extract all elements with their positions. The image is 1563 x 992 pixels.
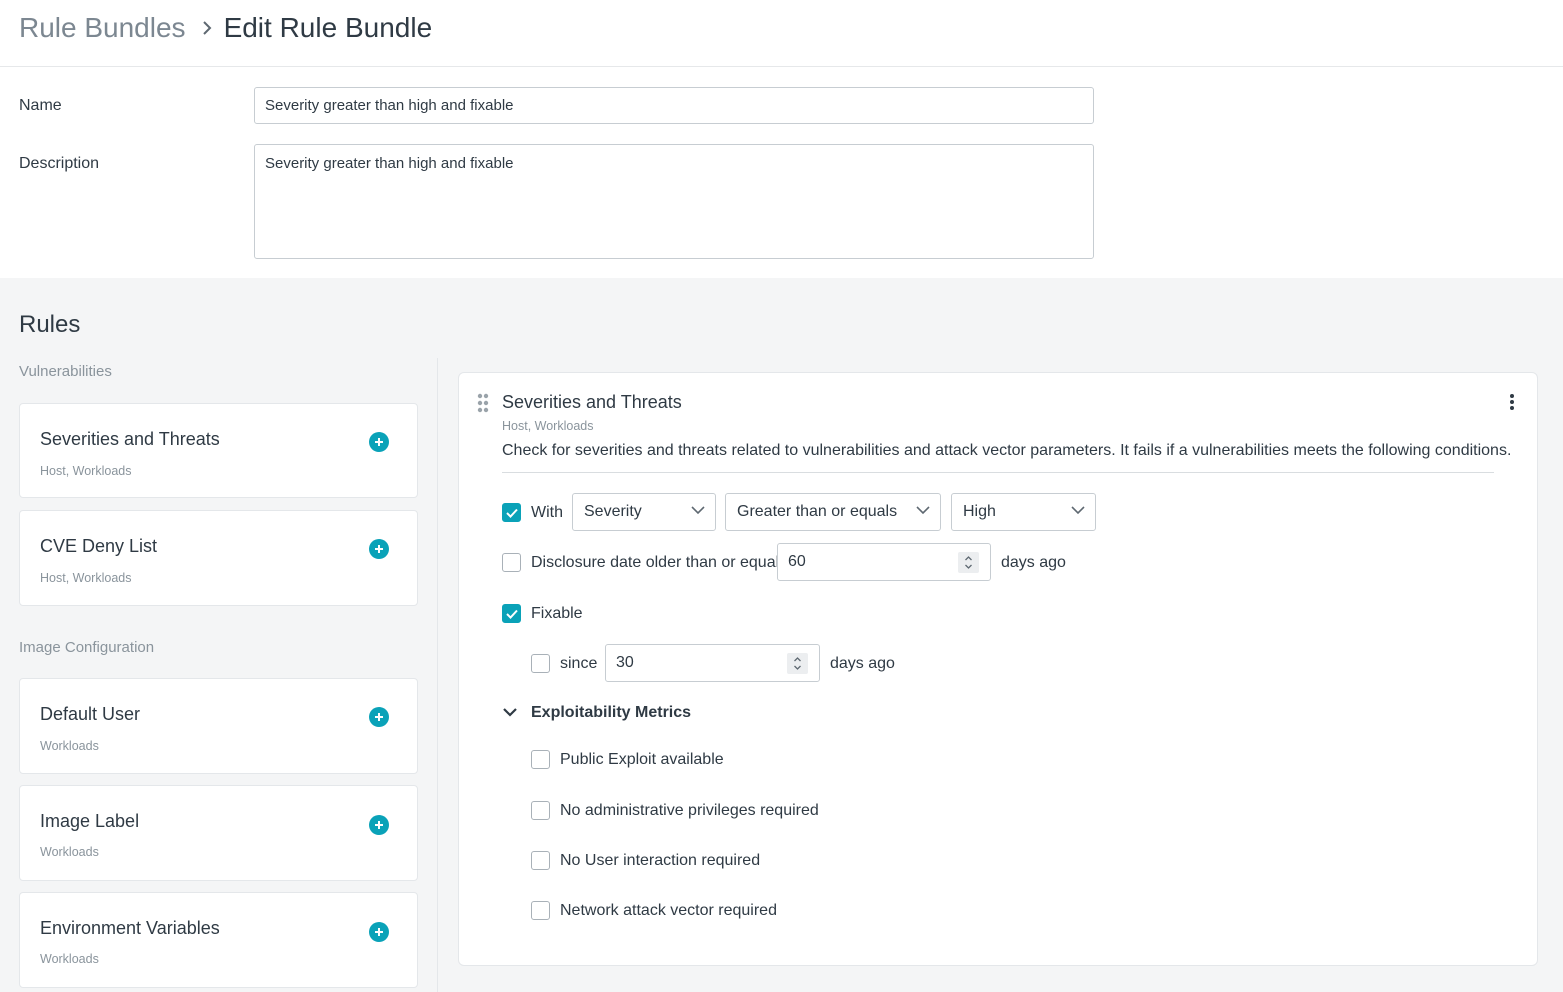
plus-icon bbox=[375, 713, 383, 721]
add-rule-button[interactable] bbox=[369, 707, 389, 727]
checkmark-icon bbox=[505, 609, 518, 619]
rule-card-scope: Workloads bbox=[40, 739, 99, 753]
rule-card-title: Severities and Threats bbox=[40, 429, 220, 449]
rule-card-cve-deny-list[interactable]: CVE Deny List Host, Workloads bbox=[19, 510, 418, 606]
fixable-checkbox[interactable] bbox=[502, 604, 521, 623]
rule-card-title: Default User bbox=[40, 704, 141, 724]
public-exploit-label: Public Exploit available bbox=[560, 751, 724, 768]
network-attack-vector-checkbox[interactable] bbox=[531, 901, 550, 920]
with-label: With bbox=[531, 504, 563, 521]
rule-card-severities-and-threats[interactable]: Severities and Threats Host, Workloads bbox=[19, 403, 418, 498]
operator-select[interactable]: Greater than or equals bbox=[725, 493, 941, 531]
active-rule-panel: Severities and Threats Host, Workloads C… bbox=[458, 372, 1538, 966]
public-exploit-checkbox[interactable] bbox=[531, 750, 550, 769]
add-rule-button[interactable] bbox=[369, 922, 389, 942]
description-label: Description bbox=[19, 155, 100, 172]
rule-scope: Host, Workloads bbox=[502, 419, 594, 433]
add-rule-button[interactable] bbox=[369, 815, 389, 835]
page-header: Rule Bundles Edit Rule Bundle bbox=[0, 0, 1563, 67]
operator-select-value: Greater than or equals bbox=[737, 503, 898, 520]
rule-card-image-label[interactable]: Image Label Workloads bbox=[19, 785, 418, 881]
number-stepper[interactable] bbox=[787, 653, 808, 674]
chevron-down-icon bbox=[916, 506, 930, 515]
value-select[interactable]: High bbox=[951, 493, 1096, 531]
since-suffix: days ago bbox=[830, 655, 895, 672]
rule-card-scope: Host, Workloads bbox=[40, 571, 132, 585]
page-title: Edit Rule Bundle bbox=[223, 12, 433, 43]
plus-icon bbox=[375, 928, 383, 936]
rule-card-scope: Workloads bbox=[40, 845, 99, 859]
name-input[interactable]: Severity greater than high and fixable bbox=[254, 87, 1094, 124]
no-user-interaction-label: No User interaction required bbox=[560, 852, 761, 869]
add-rule-button[interactable] bbox=[369, 432, 389, 452]
rule-card-title: Image Label bbox=[40, 811, 140, 831]
disclosure-label: Disclosure date older than or equal bbox=[531, 554, 780, 571]
plus-icon bbox=[375, 821, 383, 829]
field-select-value: Severity bbox=[584, 503, 642, 520]
divider bbox=[502, 472, 1494, 473]
number-stepper[interactable] bbox=[958, 552, 979, 573]
network-attack-vector-label: Network attack vector required bbox=[560, 902, 777, 919]
chevron-down-icon bbox=[691, 506, 705, 515]
with-checkbox[interactable] bbox=[502, 503, 521, 522]
no-user-interaction-checkbox[interactable] bbox=[531, 851, 550, 870]
exploitability-metrics-toggle[interactable] bbox=[502, 707, 518, 717]
no-admin-privileges-label: No administrative privileges required bbox=[560, 802, 819, 819]
plus-icon bbox=[375, 438, 383, 446]
breadcrumb-rule-bundles-link[interactable]: Rule Bundles bbox=[19, 12, 186, 44]
chevron-down-icon bbox=[503, 708, 517, 717]
add-rule-button[interactable] bbox=[369, 539, 389, 559]
disclosure-days-input[interactable]: 60 bbox=[777, 543, 991, 581]
disclosure-days-value: 60 bbox=[788, 553, 806, 570]
more-options-icon[interactable] bbox=[1509, 393, 1515, 416]
group-title-image-configuration: Image Configuration bbox=[19, 639, 155, 656]
fixable-label: Fixable bbox=[531, 605, 583, 622]
no-admin-privileges-checkbox[interactable] bbox=[531, 801, 550, 820]
rule-card-title: Environment Variables bbox=[40, 918, 220, 938]
since-days-input[interactable]: 30 bbox=[605, 644, 820, 682]
column-divider bbox=[437, 358, 438, 992]
rule-card-environment-variables[interactable]: Environment Variables Workloads bbox=[19, 892, 418, 988]
chevron-down-icon bbox=[1071, 506, 1085, 515]
drag-handle-icon[interactable] bbox=[477, 393, 489, 418]
since-checkbox[interactable] bbox=[531, 654, 550, 673]
exploitability-metrics-title: Exploitability Metrics bbox=[531, 704, 692, 721]
disclosure-suffix: days ago bbox=[1001, 554, 1066, 571]
plus-icon bbox=[375, 545, 383, 553]
since-label: since bbox=[560, 655, 598, 672]
name-label: Name bbox=[19, 97, 62, 114]
stepper-arrows-icon bbox=[794, 657, 801, 670]
field-select[interactable]: Severity bbox=[572, 493, 716, 531]
checkmark-icon bbox=[505, 508, 518, 518]
rule-card-title: CVE Deny List bbox=[40, 536, 158, 556]
stepper-arrows-icon bbox=[965, 556, 972, 569]
chevron-right-icon bbox=[202, 20, 212, 36]
since-days-value: 30 bbox=[616, 654, 634, 671]
description-textarea[interactable]: Severity greater than high and fixable bbox=[254, 144, 1094, 259]
rule-card-scope: Host, Workloads bbox=[40, 464, 132, 478]
rule-title: Severities and Threats bbox=[502, 392, 682, 412]
rules-heading: Rules bbox=[19, 311, 81, 338]
breadcrumb: Rule Bundles Edit Rule Bundle bbox=[19, 12, 432, 44]
bundle-form: Name Severity greater than high and fixa… bbox=[0, 67, 1563, 278]
disclosure-checkbox[interactable] bbox=[502, 553, 521, 572]
value-select-value: High bbox=[963, 503, 996, 520]
group-title-vulnerabilities: Vulnerabilities bbox=[19, 363, 112, 380]
rule-description: Check for severities and threats related… bbox=[502, 442, 1512, 459]
rule-card-default-user[interactable]: Default User Workloads bbox=[19, 678, 418, 774]
rule-card-scope: Workloads bbox=[40, 952, 99, 966]
